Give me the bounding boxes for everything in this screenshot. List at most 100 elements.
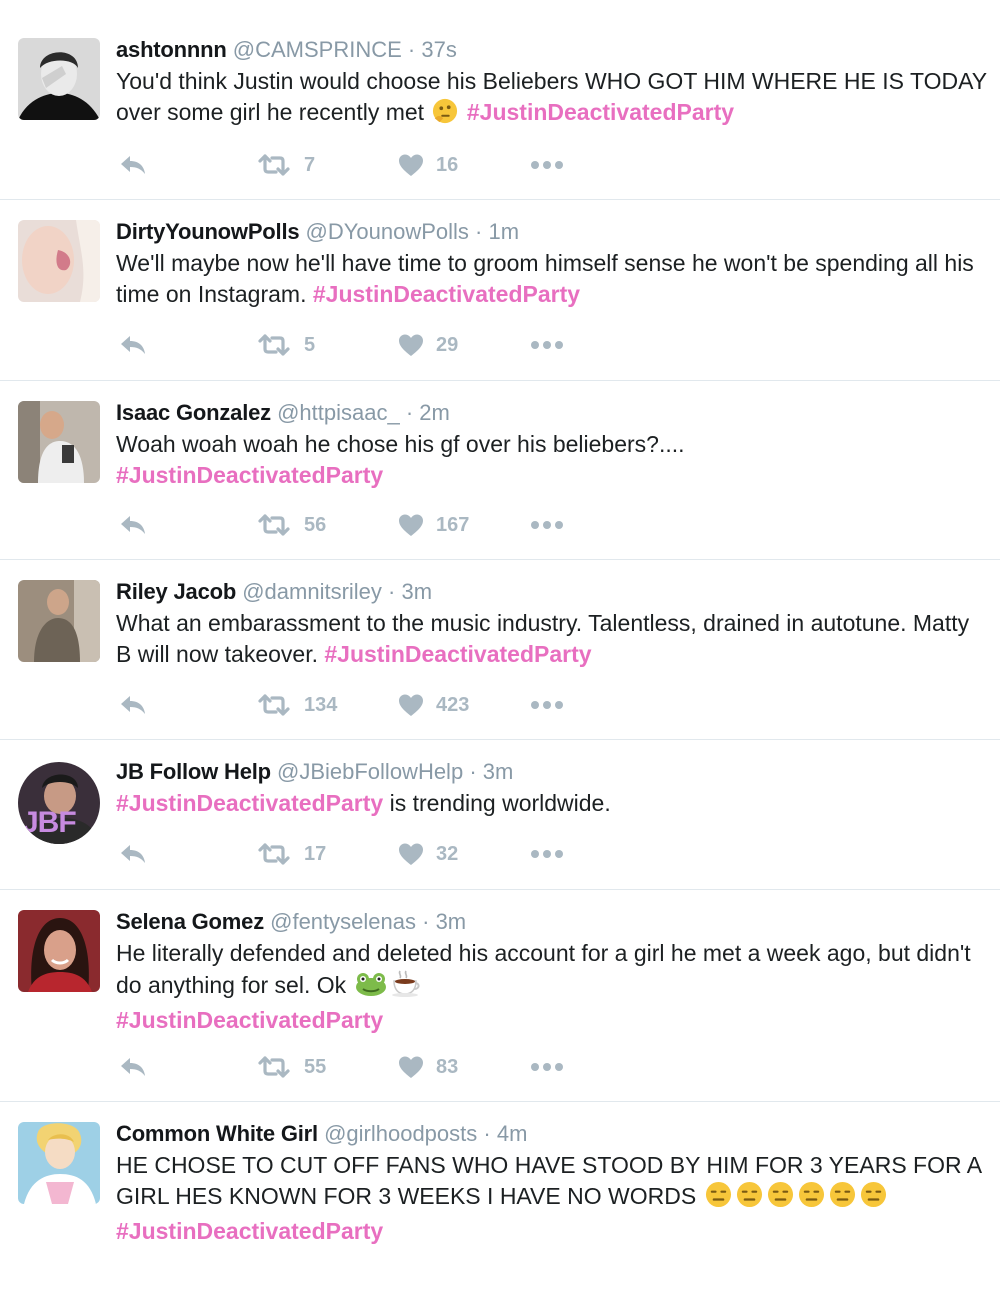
retweet-button[interactable]: 17 bbox=[256, 839, 326, 869]
retweet-icon bbox=[256, 1055, 292, 1079]
tweet-body: Isaac Gonzalez @httpisaac_ · 2m Woah woa… bbox=[116, 399, 988, 491]
reply-button[interactable] bbox=[118, 690, 148, 720]
expressionless-face-emoji-icon bbox=[798, 1181, 825, 1216]
user-handle[interactable]: @girlhoodposts bbox=[324, 1121, 477, 1146]
more-button[interactable] bbox=[530, 510, 564, 540]
timestamp[interactable]: 4m bbox=[497, 1121, 528, 1146]
tweet-actions: 56 167 bbox=[116, 510, 576, 540]
user-handle[interactable]: @fentyselenas bbox=[270, 909, 416, 934]
reply-button[interactable] bbox=[118, 330, 148, 360]
expressionless-face-emoji-icon bbox=[767, 1181, 794, 1216]
retweet-icon bbox=[256, 842, 292, 866]
like-button[interactable]: 16 bbox=[398, 150, 458, 180]
hashtag-link[interactable]: #JustinDeactivatedParty bbox=[116, 462, 383, 488]
retweet-button[interactable]: 56 bbox=[256, 510, 326, 540]
heart-icon bbox=[398, 693, 424, 717]
display-name[interactable]: DirtyYounowPolls bbox=[116, 219, 300, 244]
like-count: 83 bbox=[436, 1055, 459, 1078]
like-button[interactable]: 83 bbox=[398, 1052, 458, 1082]
tweet-text-body: He literally defended and deleted his ac… bbox=[116, 940, 971, 998]
timestamp[interactable]: 3m bbox=[402, 579, 433, 604]
hashtag-link[interactable]: #JustinDeactivatedParty bbox=[116, 1007, 383, 1033]
tweet-header: DirtyYounowPolls @DYounowPolls · 1m bbox=[116, 218, 988, 246]
separator: · bbox=[475, 219, 483, 244]
timestamp[interactable]: 37s bbox=[421, 37, 456, 62]
user-handle[interactable]: @CAMSPRINCE bbox=[233, 37, 402, 62]
separator: · bbox=[388, 579, 396, 604]
timestamp[interactable]: 3m bbox=[436, 909, 467, 934]
display-name[interactable]: ashtonnnn bbox=[116, 37, 227, 62]
like-button[interactable]: 29 bbox=[398, 330, 458, 360]
avatar[interactable]: JBF bbox=[18, 762, 100, 844]
user-handle[interactable]: @JBiebFollowHelp bbox=[277, 759, 463, 784]
tweet[interactable]: ashtonnnn @CAMSPRINCE · 37s You'd think … bbox=[0, 0, 1000, 200]
display-name[interactable]: Common White Girl bbox=[116, 1121, 318, 1146]
like-button[interactable]: 167 bbox=[398, 510, 469, 540]
like-count: 29 bbox=[436, 333, 459, 356]
avatar[interactable] bbox=[18, 38, 100, 120]
tweet-text-body: Woah woah woah he chose his gf over his … bbox=[116, 431, 685, 457]
retweet-button[interactable]: 55 bbox=[256, 1052, 326, 1082]
display-name[interactable]: Riley Jacob bbox=[116, 579, 236, 604]
display-name[interactable]: Isaac Gonzalez bbox=[116, 400, 271, 425]
avatar[interactable] bbox=[18, 580, 100, 662]
timestamp[interactable]: 1m bbox=[489, 219, 520, 244]
tweet-actions: 17 32 bbox=[116, 839, 576, 869]
tweet-header: Selena Gomez @fentyselenas · 3m bbox=[116, 908, 988, 936]
reply-button[interactable] bbox=[118, 1052, 148, 1082]
more-button[interactable] bbox=[530, 330, 564, 360]
avatar[interactable] bbox=[18, 910, 100, 992]
tweet[interactable]: JBF JB Follow Help @JBiebFollowHelp · 3m… bbox=[0, 740, 1000, 890]
retweet-icon bbox=[256, 513, 292, 537]
tweet[interactable]: Selena Gomez @fentyselenas · 3m He liter… bbox=[0, 890, 1000, 1102]
avatar[interactable] bbox=[18, 1122, 100, 1204]
like-button[interactable]: 423 bbox=[398, 690, 469, 720]
heart-icon bbox=[398, 513, 424, 537]
hashtag-link[interactable]: #JustinDeactivatedParty bbox=[324, 641, 591, 667]
more-dots-icon bbox=[530, 1062, 564, 1072]
tweet-text: What an embarassment to the music indust… bbox=[116, 608, 988, 670]
user-handle[interactable]: @DYounowPolls bbox=[306, 219, 469, 244]
user-handle[interactable]: @damnitsriley bbox=[242, 579, 382, 604]
more-button[interactable] bbox=[530, 1052, 564, 1082]
tweet-body: Selena Gomez @fentyselenas · 3m He liter… bbox=[116, 908, 988, 1036]
more-button[interactable] bbox=[530, 150, 564, 180]
like-count: 32 bbox=[436, 842, 459, 865]
retweet-button[interactable]: 5 bbox=[256, 330, 315, 360]
avatar[interactable] bbox=[18, 401, 100, 483]
reply-button[interactable] bbox=[118, 150, 148, 180]
reply-button[interactable] bbox=[118, 510, 148, 540]
user-handle[interactable]: @httpisaac_ bbox=[277, 400, 400, 425]
separator: · bbox=[422, 909, 430, 934]
more-dots-icon bbox=[530, 520, 564, 530]
heart-icon bbox=[398, 842, 424, 866]
tweet-actions: 55 83 bbox=[116, 1052, 576, 1082]
display-name[interactable]: Selena Gomez bbox=[116, 909, 264, 934]
more-button[interactable] bbox=[530, 839, 564, 869]
hashtag-link[interactable]: #JustinDeactivatedParty bbox=[313, 281, 580, 307]
hashtag-link[interactable]: #JustinDeactivatedParty bbox=[467, 99, 734, 125]
more-button[interactable] bbox=[530, 690, 564, 720]
avatar-overlay-text: JBF bbox=[22, 806, 77, 839]
retweet-button[interactable]: 7 bbox=[256, 150, 315, 180]
tweet-header: Common White Girl @girlhoodposts · 4m bbox=[116, 1120, 988, 1148]
expressionless-face-emoji-icon bbox=[860, 1181, 887, 1216]
tweet[interactable]: Riley Jacob @damnitsriley · 3m What an e… bbox=[0, 560, 1000, 740]
retweet-button[interactable]: 134 bbox=[256, 690, 337, 720]
heart-icon bbox=[398, 333, 424, 357]
tweet[interactable]: Isaac Gonzalez @httpisaac_ · 2m Woah woa… bbox=[0, 381, 1000, 560]
reply-button[interactable] bbox=[118, 839, 148, 869]
tweet[interactable]: DirtyYounowPolls @DYounowPolls · 1m We'l… bbox=[0, 200, 1000, 381]
retweet-count: 55 bbox=[304, 1055, 327, 1078]
display-name[interactable]: JB Follow Help bbox=[116, 759, 271, 784]
tweet-body: Common White Girl @girlhoodposts · 4m HE… bbox=[116, 1120, 988, 1247]
timestamp[interactable]: 2m bbox=[419, 400, 450, 425]
timestamp[interactable]: 3m bbox=[483, 759, 514, 784]
tweet[interactable]: Common White Girl @girlhoodposts · 4m HE… bbox=[0, 1102, 1000, 1292]
tweet-body: ashtonnnn @CAMSPRINCE · 37s You'd think … bbox=[116, 36, 988, 132]
hashtag-link[interactable]: #JustinDeactivatedParty bbox=[116, 1218, 383, 1244]
hashtag-link[interactable]: #JustinDeactivatedParty bbox=[116, 790, 383, 816]
separator: · bbox=[407, 37, 416, 62]
avatar[interactable] bbox=[18, 220, 100, 302]
like-button[interactable]: 32 bbox=[398, 839, 458, 869]
